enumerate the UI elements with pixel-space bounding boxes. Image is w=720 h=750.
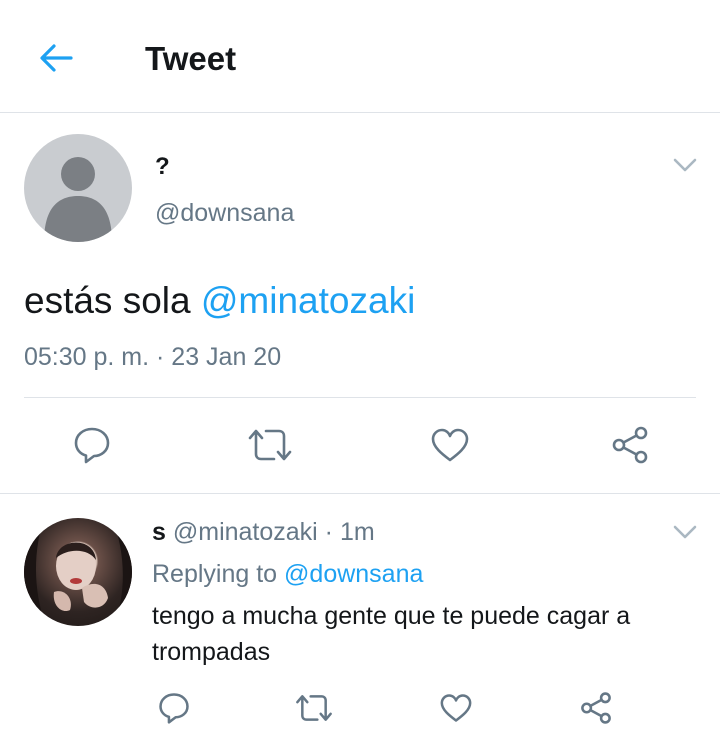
chevron-down-icon[interactable] [670,522,700,542]
replying-prefix: Replying to [152,560,285,588]
like-button[interactable] [424,421,476,469]
time-ago: 1m [339,518,375,546]
reply-text: tengo a mucha gente que te puede cagar a… [152,602,631,666]
default-avatar-icon [44,157,112,242]
retweet-button[interactable] [242,421,298,469]
reply-button[interactable] [66,421,118,469]
reply-icon [74,427,110,464]
author-handle[interactable]: @minatozaki [173,518,318,546]
retweet-icon [296,695,332,721]
separator: · [317,518,340,546]
author-handle[interactable]: @downsana [155,199,294,228]
share-icon [581,692,611,724]
back-arrow-icon [40,44,73,72]
reply-tweet: s @minatozaki · 1m Replying to @downsana… [0,494,720,750]
main-tweet: ? @downsana estás sola @minatozaki 05:30… [0,113,720,494]
tweet-body: estás sola [24,280,201,321]
reply-icon [159,693,189,724]
replying-handle[interactable]: @downsana [284,560,423,588]
reply-header: s @minatozaki · 1m [152,518,375,547]
share-button[interactable] [604,421,656,469]
avatar[interactable] [24,134,132,242]
tweet-text: estás sola @minatozaki [24,280,415,322]
like-button[interactable] [436,688,476,728]
back-button[interactable] [30,36,82,80]
divider [24,397,696,398]
author-name[interactable]: s [152,518,166,546]
like-icon [431,428,469,462]
share-button[interactable] [576,688,616,728]
reply-button[interactable] [154,688,194,728]
share-icon [612,426,648,464]
profile-photo [24,518,132,626]
chevron-down-icon[interactable] [670,155,700,175]
retweet-icon [248,429,292,461]
top-bar: Tweet [0,0,720,113]
tweet-timestamp: 05:30 p. m. · 23 Jan 20 [24,343,282,371]
mention-link[interactable]: @minatozaki [201,280,415,321]
page-title: Tweet [145,40,237,77]
replying-to: Replying to @downsana [152,560,423,589]
like-icon [440,694,472,722]
author-name[interactable]: ? [155,153,170,181]
avatar[interactable] [24,518,132,626]
retweet-button[interactable] [292,688,336,728]
